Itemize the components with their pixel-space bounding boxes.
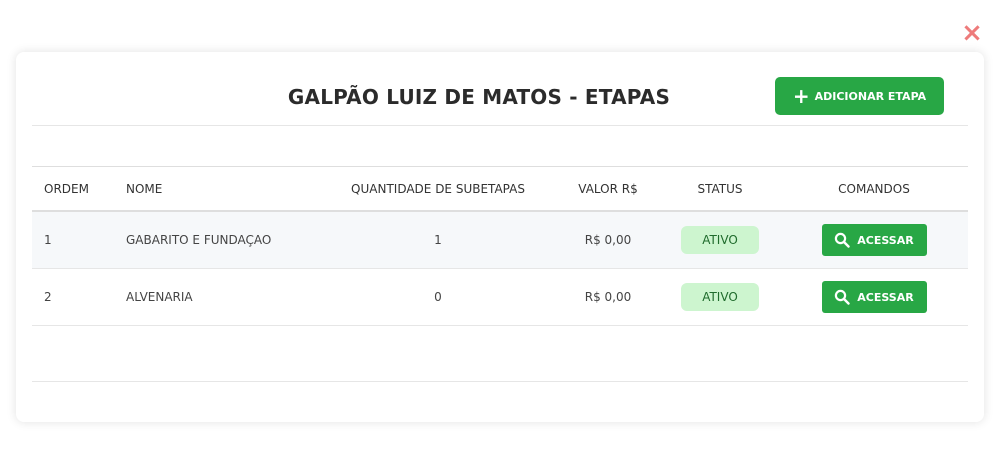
row-ordem: 2 bbox=[44, 290, 52, 304]
row-status: ATIVO bbox=[672, 212, 768, 268]
add-etapa-button[interactable]: + ADICIONAR ETAPA bbox=[775, 77, 944, 115]
search-icon bbox=[835, 289, 850, 305]
acessar-label: ACESSAR bbox=[857, 233, 914, 247]
plus-icon: + bbox=[792, 84, 810, 108]
footer-divider bbox=[32, 381, 968, 382]
add-etapa-label: ADICIONAR ETAPA bbox=[814, 89, 927, 103]
header-status: STATUS bbox=[697, 181, 743, 196]
table-row: 2 ALVENARIA 0 R$ 0,00 ATIVO ACESSAR bbox=[32, 269, 968, 326]
row-quantidade: 0 bbox=[434, 290, 442, 304]
status-badge: ATIVO bbox=[681, 226, 759, 254]
acessar-label: ACESSAR bbox=[857, 290, 914, 304]
row-valor: R$ 0,00 bbox=[584, 233, 632, 247]
row-comandos: ACESSAR bbox=[814, 212, 934, 268]
acessar-button[interactable]: ACESSAR bbox=[821, 281, 927, 313]
close-icon[interactable]: × bbox=[959, 20, 985, 46]
status-badge: ATIVO bbox=[681, 283, 759, 311]
search-icon bbox=[835, 232, 850, 248]
header-divider bbox=[32, 125, 968, 126]
header-valor: VALOR R$ bbox=[578, 181, 638, 196]
row-comandos: ACESSAR bbox=[814, 269, 934, 325]
row-quantidade: 1 bbox=[434, 233, 442, 247]
row-status: ATIVO bbox=[672, 269, 768, 325]
row-ordem: 1 bbox=[44, 233, 52, 247]
row-nome: ALVENARIA bbox=[126, 290, 193, 304]
header-ordem: ORDEM bbox=[44, 181, 89, 196]
row-nome: GABARITO E FUNDAÇAO bbox=[126, 233, 272, 247]
acessar-button[interactable]: ACESSAR bbox=[821, 224, 927, 256]
modal-title: GALPÃO LUIZ DE MATOS - ETAPAS bbox=[287, 85, 671, 109]
header-nome: NOME bbox=[126, 181, 163, 196]
row-valor: R$ 0,00 bbox=[584, 290, 632, 304]
etapas-table: ORDEM NOME QUANTIDADE DE SUBETAPAS VALOR… bbox=[32, 166, 968, 326]
table-header: ORDEM NOME QUANTIDADE DE SUBETAPAS VALOR… bbox=[32, 167, 968, 212]
etapas-modal: GALPÃO LUIZ DE MATOS - ETAPAS + ADICIONA… bbox=[16, 52, 984, 422]
table-row: 1 GABARITO E FUNDAÇAO 1 R$ 0,00 ATIVO AC… bbox=[32, 212, 968, 269]
header-quantidade: QUANTIDADE DE SUBETAPAS bbox=[351, 181, 525, 196]
header-comandos: COMANDOS bbox=[838, 181, 910, 196]
